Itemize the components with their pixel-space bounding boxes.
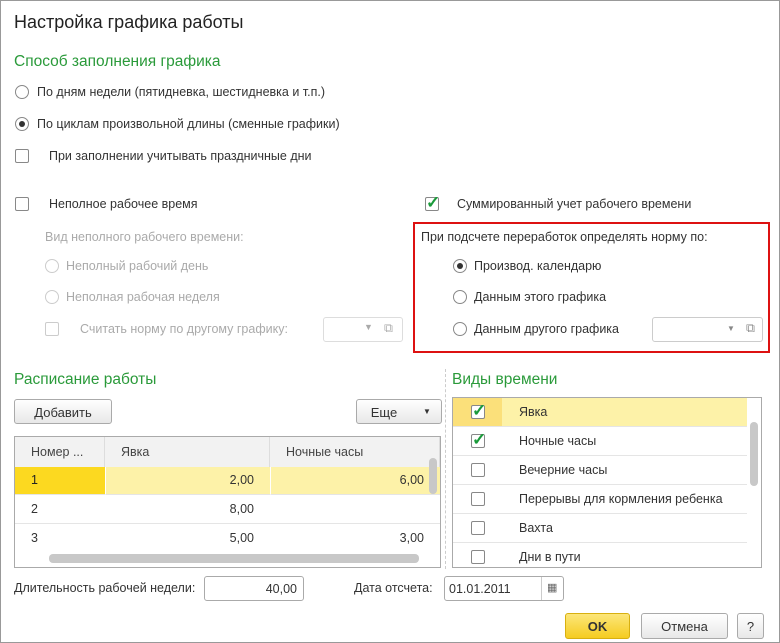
norm-label: При подсчете переработок определять норм… [421, 230, 708, 244]
checkbox-label: Суммированный учет рабочего времени [457, 197, 692, 211]
divider [445, 369, 446, 569]
add-button[interactable]: Добавить [14, 399, 112, 424]
cell-number[interactable]: 1 [15, 467, 105, 495]
help-button[interactable]: ? [737, 613, 764, 639]
more-label: Еще [370, 405, 398, 420]
list-item[interactable]: Ночные часы [453, 427, 747, 456]
other-schedule-select[interactable]: ▼ ⧉ [652, 317, 763, 342]
checkbox[interactable] [471, 521, 485, 535]
cell-night[interactable]: 3,00 [270, 525, 440, 553]
radio-label: Неполный рабочий день [66, 259, 209, 273]
start-date-value: 01.01.2011 [449, 582, 511, 596]
item-label: Вечерние часы [519, 463, 608, 477]
checkbox-label: Считать норму по другому графику: [80, 322, 288, 336]
checkbox[interactable] [471, 463, 485, 477]
radio-label: Данным другого графика [474, 322, 620, 336]
vertical-scrollbar[interactable] [750, 422, 758, 486]
week-length-label: Длительность рабочей недели: [14, 581, 196, 595]
checkbox-holidays[interactable] [15, 149, 29, 163]
dialog-window: Настройка графика работы Способ заполнен… [0, 0, 780, 643]
column-header-night[interactable]: Ночные часы [270, 437, 440, 467]
radio-label: Неполная рабочая неделя [66, 290, 220, 304]
dropdown-arrow-icon: ▼ [727, 324, 735, 333]
radio-label: Производ. календарю [474, 259, 602, 273]
radio-label: По дням недели (пятидневка, шестидневка … [37, 85, 326, 99]
start-date-label: Дата отсчета: [354, 581, 433, 595]
radio-part-week[interactable] [45, 290, 59, 304]
checkbox-summarized[interactable] [425, 193, 440, 213]
radio-by-cycles[interactable] [15, 117, 29, 131]
item-label: Вахта [519, 521, 553, 535]
radio-this-schedule[interactable] [453, 290, 467, 304]
item-label: Ночные часы [519, 434, 597, 448]
radio-prod-calendar[interactable] [453, 259, 467, 273]
section-schedule: Расписание работы [14, 371, 157, 388]
time-kinds-list: Явка Ночные часы Вечерние часы Перерывы … [452, 397, 762, 568]
cell-night[interactable] [270, 496, 440, 524]
week-length-input[interactable]: 40,00 [204, 576, 304, 601]
radio-part-day[interactable] [45, 259, 59, 273]
open-icon[interactable]: ⧉ [384, 321, 393, 336]
cell-attendance[interactable]: 2,00 [105, 467, 270, 495]
item-label: Дни в пути [519, 550, 581, 564]
checkbox-norm-other[interactable] [45, 322, 59, 336]
cell-attendance[interactable]: 5,00 [105, 525, 270, 553]
cancel-button[interactable]: Отмена [641, 613, 728, 639]
list-item[interactable]: Явка [453, 398, 747, 427]
vertical-scrollbar[interactable] [429, 458, 437, 494]
checkbox-label: Неполное рабочее время [49, 197, 198, 211]
start-date-input[interactable]: 01.01.2011 ▦ [444, 576, 564, 601]
cell-attendance[interactable]: 8,00 [105, 496, 270, 524]
item-label: Перерывы для кормления ребенка [519, 492, 723, 506]
section-fill-method: Способ заполнения графика [14, 53, 221, 70]
more-button[interactable]: Еще ▼ [356, 399, 442, 424]
ok-button[interactable]: OK [565, 613, 630, 639]
list-item[interactable]: Вечерние часы [453, 456, 747, 485]
dialog-title: Настройка графика работы [14, 12, 244, 32]
horizontal-scrollbar[interactable] [49, 554, 419, 563]
radio-label: Данным этого графика [474, 290, 607, 304]
cell-number[interactable]: 2 [15, 496, 105, 524]
checkbox-label: При заполнении учитывать праздничные дни [49, 149, 312, 163]
radio-by-weekdays[interactable] [15, 85, 29, 99]
open-icon[interactable]: ⧉ [746, 321, 755, 336]
section-time-kinds: Виды времени [452, 371, 558, 388]
part-time-kind-label: Вид неполного рабочего времени: [45, 230, 244, 244]
cell-number[interactable]: 3 [15, 525, 105, 553]
cell-night[interactable]: 6,00 [270, 467, 440, 495]
schedule-table: Номер ... Явка Ночные часы 1 2,00 6,00 2… [14, 436, 441, 568]
column-header-number[interactable]: Номер ... [15, 437, 105, 467]
list-item[interactable]: Дни в пути [453, 543, 747, 567]
checkbox[interactable] [471, 430, 486, 450]
radio-label: По циклам произвольной длины (сменные гр… [37, 117, 340, 131]
list-item[interactable]: Перерывы для кормления ребенка [453, 485, 747, 514]
checkbox-part-time[interactable] [15, 197, 29, 211]
calendar-icon[interactable]: ▦ [541, 577, 557, 600]
checkbox[interactable] [471, 401, 486, 421]
norm-other-select[interactable]: ▼ ⧉ [323, 317, 403, 342]
item-label: Явка [519, 405, 548, 419]
column-header-attendance[interactable]: Явка [105, 437, 270, 467]
dropdown-arrow-icon: ▼ [423, 407, 431, 416]
checkbox[interactable] [471, 492, 485, 506]
radio-other-schedule[interactable] [453, 322, 467, 336]
list-item[interactable]: Вахта [453, 514, 747, 543]
checkbox[interactable] [471, 550, 485, 564]
dropdown-arrow-icon: ▼ [364, 322, 373, 332]
